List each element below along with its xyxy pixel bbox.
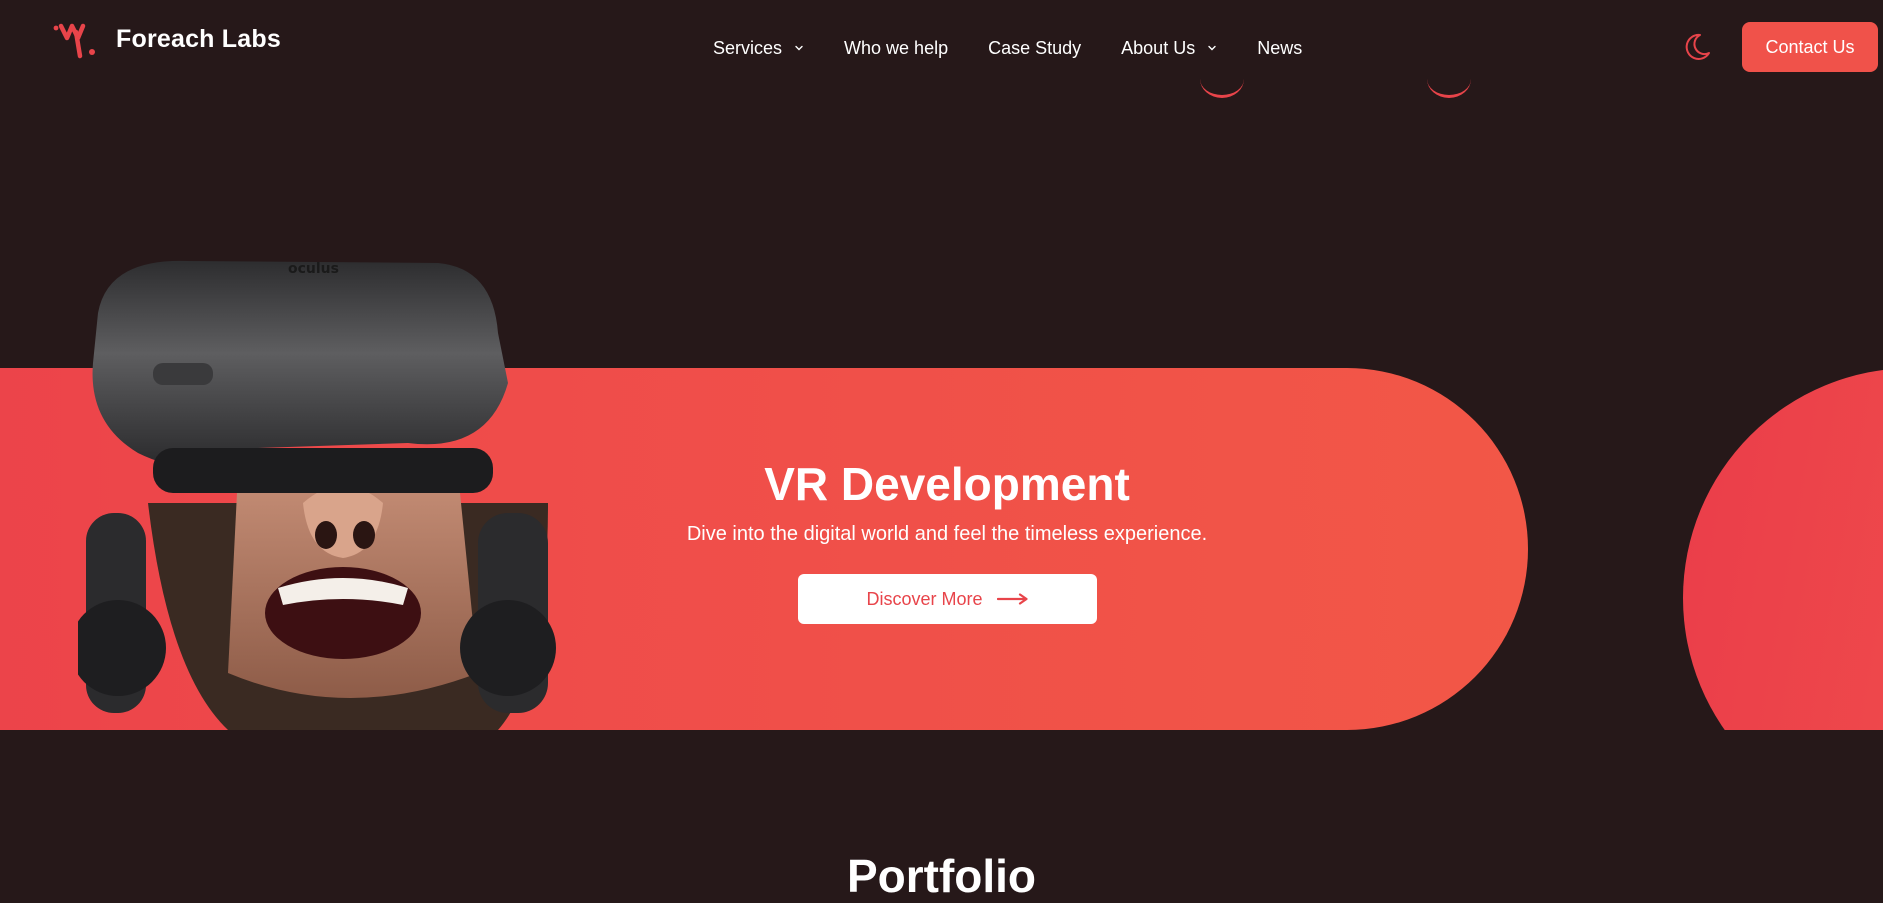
logo-mark-icon (53, 23, 95, 59)
nav-item-label: Case Study (988, 37, 1082, 58)
nav-item-case-study[interactable]: Case Study (988, 38, 1081, 59)
nav-item-label: About Us (1121, 37, 1196, 58)
arrow-right-icon (996, 593, 1028, 605)
hero-title: VR Development (764, 458, 1130, 510)
hero-subtitle: Dive into the digital world and feel the… (686, 523, 1208, 545)
logo-text: Foreach Labs (116, 24, 281, 53)
decorative-arc (1200, 60, 1244, 98)
nav-item-label: Services (713, 37, 783, 58)
chevron-down-icon (1208, 45, 1216, 51)
nav-item-label: Who we help (844, 37, 949, 58)
chevron-down-icon (795, 45, 803, 51)
nav-item-label: News (1257, 37, 1303, 58)
discover-more-button[interactable]: Discover More (798, 574, 1097, 624)
headset-brand-text: oculus (288, 261, 339, 277)
contact-us-button[interactable]: Contact Us (1742, 22, 1878, 72)
decorative-arc (1427, 60, 1471, 98)
nav-item-news[interactable]: News (1257, 38, 1302, 59)
nav-item-who-we-help[interactable]: Who we help (844, 38, 948, 59)
portfolio-title: Portfolio (846, 850, 1037, 902)
site-header: Foreach Labs Services Who we help Case S… (0, 0, 1883, 95)
main-nav: Services Who we help Case Study About Us… (713, 36, 1302, 60)
vr-headset-person-image: oculus (78, 260, 556, 730)
page: Foreach Labs Services Who we help Case S… (0, 0, 1883, 903)
nav-item-services[interactable]: Services (713, 38, 804, 59)
moon-icon[interactable] (1680, 31, 1712, 63)
discover-more-label: Discover More (866, 588, 983, 609)
nav-item-about-us[interactable]: About Us (1121, 38, 1217, 59)
logo[interactable]: Foreach Labs (52, 18, 281, 60)
